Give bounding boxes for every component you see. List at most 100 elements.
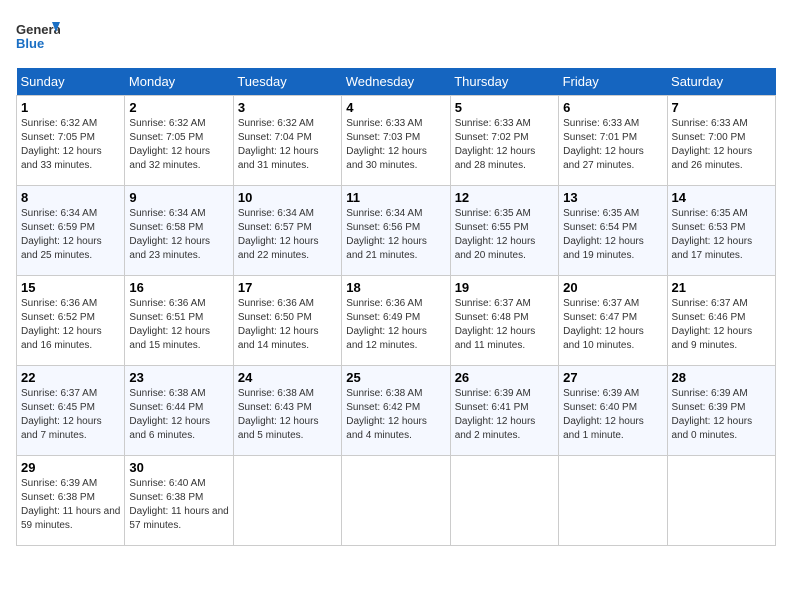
day-number: 19	[455, 280, 554, 295]
day-info: Sunrise: 6:34 AMSunset: 6:59 PMDaylight:…	[21, 208, 102, 261]
day-number: 29	[21, 460, 120, 475]
col-header-wednesday: Wednesday	[342, 68, 450, 96]
day-number: 13	[563, 190, 662, 205]
day-cell: 15 Sunrise: 6:36 AMSunset: 6:52 PMDaylig…	[17, 276, 125, 366]
day-info: Sunrise: 6:32 AMSunset: 7:05 PMDaylight:…	[129, 118, 210, 171]
day-cell: 12 Sunrise: 6:35 AMSunset: 6:55 PMDaylig…	[450, 186, 558, 276]
logo-svg: General Blue	[16, 16, 60, 60]
day-number: 20	[563, 280, 662, 295]
day-number: 12	[455, 190, 554, 205]
day-info: Sunrise: 6:36 AMSunset: 6:49 PMDaylight:…	[346, 298, 427, 351]
day-info: Sunrise: 6:33 AMSunset: 7:01 PMDaylight:…	[563, 118, 644, 171]
col-header-sunday: Sunday	[17, 68, 125, 96]
day-cell: 25 Sunrise: 6:38 AMSunset: 6:42 PMDaylig…	[342, 366, 450, 456]
day-cell: 14 Sunrise: 6:35 AMSunset: 6:53 PMDaylig…	[667, 186, 775, 276]
week-row-4: 22 Sunrise: 6:37 AMSunset: 6:45 PMDaylig…	[17, 366, 776, 456]
day-cell: 1 Sunrise: 6:32 AMSunset: 7:05 PMDayligh…	[17, 96, 125, 186]
col-header-friday: Friday	[559, 68, 667, 96]
day-info: Sunrise: 6:39 AMSunset: 6:38 PMDaylight:…	[21, 478, 120, 531]
day-cell	[559, 456, 667, 546]
day-cell: 23 Sunrise: 6:38 AMSunset: 6:44 PMDaylig…	[125, 366, 233, 456]
day-number: 8	[21, 190, 120, 205]
day-number: 7	[672, 100, 771, 115]
day-info: Sunrise: 6:38 AMSunset: 6:44 PMDaylight:…	[129, 388, 210, 441]
day-info: Sunrise: 6:36 AMSunset: 6:50 PMDaylight:…	[238, 298, 319, 351]
day-info: Sunrise: 6:37 AMSunset: 6:45 PMDaylight:…	[21, 388, 102, 441]
day-info: Sunrise: 6:39 AMSunset: 6:40 PMDaylight:…	[563, 388, 644, 441]
day-number: 17	[238, 280, 337, 295]
day-cell: 17 Sunrise: 6:36 AMSunset: 6:50 PMDaylig…	[233, 276, 341, 366]
day-info: Sunrise: 6:39 AMSunset: 6:41 PMDaylight:…	[455, 388, 536, 441]
day-number: 22	[21, 370, 120, 385]
col-header-thursday: Thursday	[450, 68, 558, 96]
day-cell	[450, 456, 558, 546]
day-cell: 26 Sunrise: 6:39 AMSunset: 6:41 PMDaylig…	[450, 366, 558, 456]
day-number: 24	[238, 370, 337, 385]
day-info: Sunrise: 6:36 AMSunset: 6:51 PMDaylight:…	[129, 298, 210, 351]
day-cell: 22 Sunrise: 6:37 AMSunset: 6:45 PMDaylig…	[17, 366, 125, 456]
day-number: 2	[129, 100, 228, 115]
day-number: 27	[563, 370, 662, 385]
day-cell: 11 Sunrise: 6:34 AMSunset: 6:56 PMDaylig…	[342, 186, 450, 276]
day-number: 14	[672, 190, 771, 205]
day-info: Sunrise: 6:39 AMSunset: 6:39 PMDaylight:…	[672, 388, 753, 441]
day-cell: 30 Sunrise: 6:40 AMSunset: 6:38 PMDaylig…	[125, 456, 233, 546]
week-row-3: 15 Sunrise: 6:36 AMSunset: 6:52 PMDaylig…	[17, 276, 776, 366]
col-header-monday: Monday	[125, 68, 233, 96]
day-number: 1	[21, 100, 120, 115]
day-cell: 4 Sunrise: 6:33 AMSunset: 7:03 PMDayligh…	[342, 96, 450, 186]
day-cell: 21 Sunrise: 6:37 AMSunset: 6:46 PMDaylig…	[667, 276, 775, 366]
day-number: 30	[129, 460, 228, 475]
day-info: Sunrise: 6:34 AMSunset: 6:56 PMDaylight:…	[346, 208, 427, 261]
day-number: 25	[346, 370, 445, 385]
col-header-tuesday: Tuesday	[233, 68, 341, 96]
day-cell: 29 Sunrise: 6:39 AMSunset: 6:38 PMDaylig…	[17, 456, 125, 546]
day-info: Sunrise: 6:34 AMSunset: 6:58 PMDaylight:…	[129, 208, 210, 261]
day-info: Sunrise: 6:40 AMSunset: 6:38 PMDaylight:…	[129, 478, 228, 531]
day-cell: 3 Sunrise: 6:32 AMSunset: 7:04 PMDayligh…	[233, 96, 341, 186]
day-info: Sunrise: 6:32 AMSunset: 7:04 PMDaylight:…	[238, 118, 319, 171]
day-info: Sunrise: 6:33 AMSunset: 7:00 PMDaylight:…	[672, 118, 753, 171]
day-number: 26	[455, 370, 554, 385]
day-number: 4	[346, 100, 445, 115]
day-number: 9	[129, 190, 228, 205]
day-info: Sunrise: 6:37 AMSunset: 6:46 PMDaylight:…	[672, 298, 753, 351]
day-cell: 27 Sunrise: 6:39 AMSunset: 6:40 PMDaylig…	[559, 366, 667, 456]
day-info: Sunrise: 6:33 AMSunset: 7:03 PMDaylight:…	[346, 118, 427, 171]
day-cell: 16 Sunrise: 6:36 AMSunset: 6:51 PMDaylig…	[125, 276, 233, 366]
svg-text:Blue: Blue	[16, 36, 44, 51]
day-cell: 8 Sunrise: 6:34 AMSunset: 6:59 PMDayligh…	[17, 186, 125, 276]
week-row-5: 29 Sunrise: 6:39 AMSunset: 6:38 PMDaylig…	[17, 456, 776, 546]
day-info: Sunrise: 6:37 AMSunset: 6:48 PMDaylight:…	[455, 298, 536, 351]
day-number: 11	[346, 190, 445, 205]
day-cell	[342, 456, 450, 546]
day-number: 28	[672, 370, 771, 385]
day-info: Sunrise: 6:38 AMSunset: 6:42 PMDaylight:…	[346, 388, 427, 441]
day-cell: 24 Sunrise: 6:38 AMSunset: 6:43 PMDaylig…	[233, 366, 341, 456]
day-cell: 9 Sunrise: 6:34 AMSunset: 6:58 PMDayligh…	[125, 186, 233, 276]
day-cell: 18 Sunrise: 6:36 AMSunset: 6:49 PMDaylig…	[342, 276, 450, 366]
day-cell: 19 Sunrise: 6:37 AMSunset: 6:48 PMDaylig…	[450, 276, 558, 366]
day-info: Sunrise: 6:38 AMSunset: 6:43 PMDaylight:…	[238, 388, 319, 441]
day-info: Sunrise: 6:35 AMSunset: 6:53 PMDaylight:…	[672, 208, 753, 261]
day-info: Sunrise: 6:33 AMSunset: 7:02 PMDaylight:…	[455, 118, 536, 171]
header: General Blue	[16, 16, 776, 60]
day-number: 10	[238, 190, 337, 205]
header-row: SundayMondayTuesdayWednesdayThursdayFrid…	[17, 68, 776, 96]
day-number: 16	[129, 280, 228, 295]
day-number: 23	[129, 370, 228, 385]
logo: General Blue	[16, 16, 60, 60]
day-cell: 28 Sunrise: 6:39 AMSunset: 6:39 PMDaylig…	[667, 366, 775, 456]
day-number: 6	[563, 100, 662, 115]
day-info: Sunrise: 6:36 AMSunset: 6:52 PMDaylight:…	[21, 298, 102, 351]
day-cell: 13 Sunrise: 6:35 AMSunset: 6:54 PMDaylig…	[559, 186, 667, 276]
day-info: Sunrise: 6:35 AMSunset: 6:54 PMDaylight:…	[563, 208, 644, 261]
day-number: 21	[672, 280, 771, 295]
day-info: Sunrise: 6:37 AMSunset: 6:47 PMDaylight:…	[563, 298, 644, 351]
day-info: Sunrise: 6:35 AMSunset: 6:55 PMDaylight:…	[455, 208, 536, 261]
day-cell: 5 Sunrise: 6:33 AMSunset: 7:02 PMDayligh…	[450, 96, 558, 186]
day-cell: 10 Sunrise: 6:34 AMSunset: 6:57 PMDaylig…	[233, 186, 341, 276]
day-cell: 7 Sunrise: 6:33 AMSunset: 7:00 PMDayligh…	[667, 96, 775, 186]
day-cell: 2 Sunrise: 6:32 AMSunset: 7:05 PMDayligh…	[125, 96, 233, 186]
day-number: 18	[346, 280, 445, 295]
